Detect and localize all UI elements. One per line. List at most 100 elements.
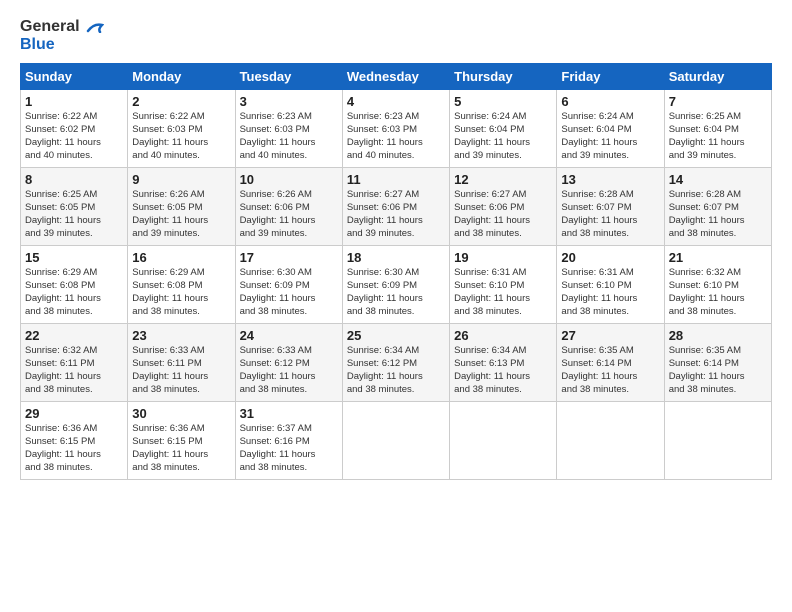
day-number: 27 — [561, 328, 659, 343]
page: General Blue SundayMondayTuesdayWednesda… — [0, 0, 792, 612]
day-info: Sunrise: 6:35 AM Sunset: 6:14 PM Dayligh… — [561, 345, 659, 396]
calendar-week-2: 8 Sunrise: 6:25 AM Sunset: 6:05 PM Daylig… — [21, 168, 772, 246]
day-number: 24 — [240, 328, 338, 343]
calendar-cell: 23 Sunrise: 6:33 AM Sunset: 6:11 PM Dayli… — [128, 324, 235, 402]
calendar-cell: 12Sunrise: 6:27 AM Sunset: 6:06 PM Dayli… — [450, 168, 557, 246]
day-number: 20 — [561, 250, 659, 265]
col-header-friday: Friday — [557, 64, 664, 90]
calendar-cell: 15 Sunrise: 6:29 AM Sunset: 6:08 PM Dayli… — [21, 246, 128, 324]
day-info: Sunrise: 6:36 AM Sunset: 6:15 PM Dayligh… — [25, 423, 123, 474]
calendar-cell: 24 Sunrise: 6:33 AM Sunset: 6:12 PM Dayli… — [235, 324, 342, 402]
day-number: 15 — [25, 250, 123, 265]
day-info: Sunrise: 6:22 AM Sunset: 6:03 PM Dayligh… — [132, 111, 230, 162]
day-info: Sunrise: 6:29 AM Sunset: 6:08 PM Dayligh… — [132, 267, 230, 318]
calendar-cell: 11 Sunrise: 6:27 AM Sunset: 6:06 PM Dayli… — [342, 168, 449, 246]
calendar-cell: 17 Sunrise: 6:30 AM Sunset: 6:09 PM Dayli… — [235, 246, 342, 324]
calendar-cell: 5 Sunrise: 6:24 AM Sunset: 6:04 PM Daylig… — [450, 90, 557, 168]
day-number: 2 — [132, 94, 230, 109]
day-info: Sunrise: 6:37 AM Sunset: 6:16 PM Dayligh… — [240, 423, 338, 474]
day-info: Sunrise: 6:22 AM Sunset: 6:02 PM Dayligh… — [25, 111, 123, 162]
day-number: 5 — [454, 94, 552, 109]
calendar-cell: 22 Sunrise: 6:32 AM Sunset: 6:11 PM Dayli… — [21, 324, 128, 402]
calendar-cell: 19 Sunrise: 6:31 AM Sunset: 6:10 PM Dayli… — [450, 246, 557, 324]
day-info: Sunrise: 6:33 AM Sunset: 6:12 PM Dayligh… — [240, 345, 338, 396]
day-info: Sunrise: 6:32 AM Sunset: 6:11 PM Dayligh… — [25, 345, 123, 396]
day-info: Sunrise: 6:34 AM Sunset: 6:12 PM Dayligh… — [347, 345, 445, 396]
header: General Blue — [20, 18, 772, 53]
calendar-cell: 1Sunrise: 6:22 AM Sunset: 6:02 PM Daylig… — [21, 90, 128, 168]
day-number: 9 — [132, 172, 230, 187]
day-info: Sunrise: 6:26 AM Sunset: 6:06 PM Dayligh… — [240, 189, 338, 240]
day-number: 18 — [347, 250, 445, 265]
day-number: 23 — [132, 328, 230, 343]
col-header-sunday: Sunday — [21, 64, 128, 90]
day-number: 26 — [454, 328, 552, 343]
calendar-cell — [557, 402, 664, 480]
day-info: Sunrise: 6:31 AM Sunset: 6:10 PM Dayligh… — [454, 267, 552, 318]
col-header-tuesday: Tuesday — [235, 64, 342, 90]
day-number: 7 — [669, 94, 767, 109]
day-number: 6 — [561, 94, 659, 109]
calendar-cell — [450, 402, 557, 480]
calendar-cell: 4Sunrise: 6:23 AM Sunset: 6:03 PM Daylig… — [342, 90, 449, 168]
day-info: Sunrise: 6:25 AM Sunset: 6:05 PM Dayligh… — [25, 189, 123, 240]
calendar: SundayMondayTuesdayWednesdayThursdayFrid… — [20, 63, 772, 480]
day-info: Sunrise: 6:30 AM Sunset: 6:09 PM Dayligh… — [240, 267, 338, 318]
logo: General Blue — [20, 18, 104, 53]
day-info: Sunrise: 6:34 AM Sunset: 6:13 PM Dayligh… — [454, 345, 552, 396]
day-number: 28 — [669, 328, 767, 343]
calendar-cell: 30 Sunrise: 6:36 AM Sunset: 6:15 PM Dayli… — [128, 402, 235, 480]
calendar-cell: 3Sunrise: 6:23 AM Sunset: 6:03 PM Daylig… — [235, 90, 342, 168]
day-number: 10 — [240, 172, 338, 187]
calendar-cell — [342, 402, 449, 480]
calendar-cell: 9 Sunrise: 6:26 AM Sunset: 6:05 PM Daylig… — [128, 168, 235, 246]
day-number: 31 — [240, 406, 338, 421]
day-info: Sunrise: 6:29 AM Sunset: 6:08 PM Dayligh… — [25, 267, 123, 318]
calendar-cell: 13 Sunrise: 6:28 AM Sunset: 6:07 PM Dayli… — [557, 168, 664, 246]
logo-blue: Blue — [20, 36, 104, 54]
calendar-cell: 6 Sunrise: 6:24 AM Sunset: 6:04 PM Daylig… — [557, 90, 664, 168]
day-number: 29 — [25, 406, 123, 421]
day-info: Sunrise: 6:27 AM Sunset: 6:06 PM Dayligh… — [347, 189, 445, 240]
calendar-week-4: 22 Sunrise: 6:32 AM Sunset: 6:11 PM Dayli… — [21, 324, 772, 402]
day-info: Sunrise: 6:31 AM Sunset: 6:10 PM Dayligh… — [561, 267, 659, 318]
calendar-cell: 7 Sunrise: 6:25 AM Sunset: 6:04 PM Daylig… — [664, 90, 771, 168]
calendar-week-5: 29 Sunrise: 6:36 AM Sunset: 6:15 PM Dayli… — [21, 402, 772, 480]
day-info: Sunrise: 6:32 AM Sunset: 6:10 PM Dayligh… — [669, 267, 767, 318]
day-info: Sunrise: 6:26 AM Sunset: 6:05 PM Dayligh… — [132, 189, 230, 240]
col-header-monday: Monday — [128, 64, 235, 90]
day-number: 25 — [347, 328, 445, 343]
day-number: 17 — [240, 250, 338, 265]
calendar-cell: 27 Sunrise: 6:35 AM Sunset: 6:14 PM Dayli… — [557, 324, 664, 402]
day-info: Sunrise: 6:30 AM Sunset: 6:09 PM Dayligh… — [347, 267, 445, 318]
day-number: 3 — [240, 94, 338, 109]
day-info: Sunrise: 6:24 AM Sunset: 6:04 PM Dayligh… — [454, 111, 552, 162]
calendar-cell: 31 Sunrise: 6:37 AM Sunset: 6:16 PM Dayli… — [235, 402, 342, 480]
calendar-cell: 26 Sunrise: 6:34 AM Sunset: 6:13 PM Dayli… — [450, 324, 557, 402]
day-number: 8 — [25, 172, 123, 187]
calendar-week-1: 1Sunrise: 6:22 AM Sunset: 6:02 PM Daylig… — [21, 90, 772, 168]
col-header-wednesday: Wednesday — [342, 64, 449, 90]
day-info: Sunrise: 6:25 AM Sunset: 6:04 PM Dayligh… — [669, 111, 767, 162]
day-number: 22 — [25, 328, 123, 343]
calendar-cell: 10 Sunrise: 6:26 AM Sunset: 6:06 PM Dayli… — [235, 168, 342, 246]
day-number: 4 — [347, 94, 445, 109]
calendar-cell: 25 Sunrise: 6:34 AM Sunset: 6:12 PM Dayli… — [342, 324, 449, 402]
calendar-cell: 14 Sunrise: 6:28 AM Sunset: 6:07 PM Dayli… — [664, 168, 771, 246]
calendar-week-3: 15 Sunrise: 6:29 AM Sunset: 6:08 PM Dayli… — [21, 246, 772, 324]
day-number: 11 — [347, 172, 445, 187]
calendar-cell: 29 Sunrise: 6:36 AM Sunset: 6:15 PM Dayli… — [21, 402, 128, 480]
day-info: Sunrise: 6:33 AM Sunset: 6:11 PM Dayligh… — [132, 345, 230, 396]
calendar-cell: 2 Sunrise: 6:22 AM Sunset: 6:03 PM Daylig… — [128, 90, 235, 168]
day-number: 19 — [454, 250, 552, 265]
day-info: Sunrise: 6:28 AM Sunset: 6:07 PM Dayligh… — [669, 189, 767, 240]
day-info: Sunrise: 6:36 AM Sunset: 6:15 PM Dayligh… — [132, 423, 230, 474]
day-number: 12 — [454, 172, 552, 187]
calendar-cell: 21Sunrise: 6:32 AM Sunset: 6:10 PM Dayli… — [664, 246, 771, 324]
day-number: 30 — [132, 406, 230, 421]
day-number: 14 — [669, 172, 767, 187]
day-number: 13 — [561, 172, 659, 187]
day-info: Sunrise: 6:35 AM Sunset: 6:14 PM Dayligh… — [669, 345, 767, 396]
day-info: Sunrise: 6:24 AM Sunset: 6:04 PM Dayligh… — [561, 111, 659, 162]
day-info: Sunrise: 6:28 AM Sunset: 6:07 PM Dayligh… — [561, 189, 659, 240]
